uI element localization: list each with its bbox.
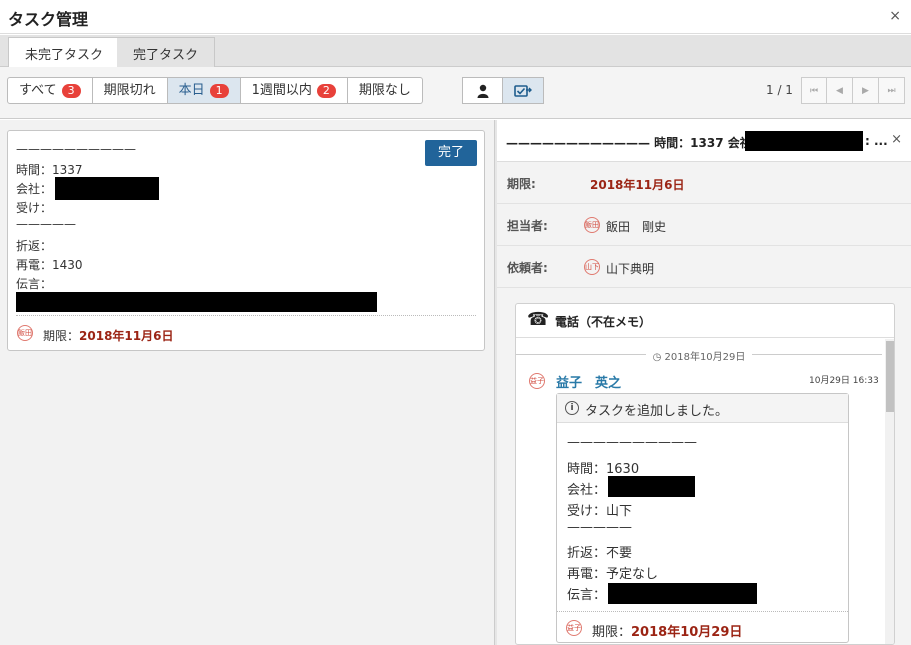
receiver-line: 受け：	[16, 201, 53, 215]
filter-today-button[interactable]: 本日 1	[167, 77, 241, 104]
due-date: 期限：2018年10月29日	[592, 621, 742, 640]
tab-incomplete-tasks[interactable]: 未完了タスク	[8, 37, 121, 68]
company-line: 会社：	[567, 483, 607, 498]
memo-header: ☎ 電話（不在メモ）	[516, 304, 894, 338]
task-assign-icon	[514, 84, 532, 97]
assignee-name: 飯田 剛史	[606, 220, 667, 234]
window-title: タスク管理	[8, 10, 89, 29]
date-separator-text: 2018年10月29日	[664, 352, 746, 363]
info-icon: i	[565, 401, 579, 415]
message-line: 伝言：	[567, 588, 607, 603]
detail-title-ellipsis: : ...	[865, 134, 888, 148]
due-value: 2018年11月6日	[590, 178, 685, 192]
assignee-label: 担当者:	[507, 219, 548, 233]
task-card[interactable]: —————————— 時間：1337 会社： 受け： ————— 折返： 再電：…	[7, 130, 485, 351]
receiver-line: 受け：山下	[567, 504, 633, 519]
filter-label: 1週間以内	[251, 83, 312, 98]
redacted-block	[55, 177, 159, 200]
separator: —————	[16, 217, 76, 231]
recall-line: 再電：1430	[16, 258, 83, 272]
memo-title: 電話（不在メモ）	[555, 315, 652, 329]
requester-name: 山下典明	[606, 262, 655, 276]
author-stamp-icon: 益子	[529, 373, 545, 389]
tab-completed-tasks[interactable]: 完了タスク	[117, 37, 216, 67]
clock-icon: ◷	[652, 352, 662, 363]
last-page-button[interactable]: ⏭	[879, 77, 905, 104]
scrollbar-thumb[interactable]	[886, 341, 894, 412]
window-close-button[interactable]: ×	[889, 8, 901, 24]
due-value: 2018年11月6日	[79, 329, 174, 343]
next-page-button[interactable]: ▶	[853, 77, 879, 104]
person-icon	[477, 84, 488, 98]
activity-text: タスクを追加しました。	[585, 404, 729, 419]
filter-group: すべて 3 期限切れ 本日 1 1週間以内 2 期限なし	[7, 77, 423, 104]
view-toggle-group	[462, 77, 544, 104]
callback-line: 折返：不要	[567, 546, 633, 561]
due-label: 期限：	[592, 625, 632, 640]
filter-all-button[interactable]: すべて 3	[7, 77, 93, 104]
time-line: 時間：1630	[567, 462, 640, 477]
name-stamp-icon: 飯田	[584, 217, 600, 233]
due-row: 期限: 2018年11月6日	[497, 162, 911, 204]
detail-header: ———————————— 時間：1337 会社 : ... ×	[497, 120, 911, 162]
tab-bar: 未完了タスク 完了タスク	[0, 35, 911, 68]
task-list-pane: —————————— 時間：1337 会社： 受け： ————— 折返： 再電：…	[0, 120, 494, 645]
filter-no-due-button[interactable]: 期限なし	[347, 77, 423, 104]
redacted-block	[745, 131, 863, 151]
first-page-button[interactable]: ⏮	[801, 77, 827, 104]
filter-label: すべて	[19, 83, 57, 98]
separator: ——————————	[16, 142, 136, 156]
redacted-block	[608, 476, 695, 497]
requester-label: 依頼者:	[507, 261, 548, 275]
memo-panel: ☎ 電話（不在メモ） ◷ 2018年10月29日 益子 益子 英之 10月29日…	[515, 303, 895, 645]
redacted-block	[16, 292, 377, 312]
name-stamp-icon: 益子	[566, 620, 582, 636]
message-line: 伝言：	[16, 277, 53, 291]
detail-title: ———————————— 時間：1337 会社	[506, 136, 752, 150]
toolbar: すべて 3 期限切れ 本日 1 1週間以内 2 期限なし 1 / 1 ⏮ ◀ ▶…	[0, 67, 911, 119]
separator: —————	[567, 520, 632, 535]
filter-label: 期限なし	[358, 83, 411, 98]
separator: ——————————	[567, 435, 697, 450]
card-divider	[16, 315, 476, 316]
filter-label: 本日	[178, 83, 205, 98]
my-tasks-button[interactable]	[462, 77, 503, 104]
due-value: 2018年10月29日	[631, 625, 743, 640]
count-badge: 2	[316, 83, 336, 98]
time-line: 時間：1337	[16, 163, 83, 177]
pager-text: 1 / 1	[766, 83, 793, 97]
name-stamp-icon: 飯田	[17, 325, 33, 341]
company-line: 会社：	[16, 182, 53, 196]
name-stamp-icon: 山下	[584, 259, 600, 275]
due-label: 期限：	[43, 329, 80, 343]
recall-line: 再電：予定なし	[567, 567, 659, 582]
assignee-row: 担当者: 飯田 飯田 剛史	[497, 204, 911, 246]
prev-page-button[interactable]: ◀	[827, 77, 853, 104]
complete-button[interactable]: 完了	[425, 140, 477, 166]
callback-line: 折返：	[16, 239, 53, 253]
filter-overdue-button[interactable]: 期限切れ	[92, 77, 168, 104]
activity-card: i タスクを追加しました。 —————————— 時間：1630 会社： 受け：…	[556, 393, 849, 643]
task-detail-pane: ———————————— 時間：1337 会社 : ... × 期限: 2018…	[497, 120, 911, 645]
memo-scrollbar[interactable]	[885, 339, 894, 644]
count-badge: 1	[209, 83, 229, 98]
pager-buttons: ⏮ ◀ ▶ ⏭	[801, 77, 905, 104]
count-badge: 3	[61, 83, 81, 98]
timestamp: 10月29日 16:33	[809, 376, 879, 386]
requester-row: 依頼者: 山下 山下典明	[497, 246, 911, 288]
filter-label: 期限切れ	[103, 83, 156, 98]
window-titlebar: タスク管理 ×	[0, 0, 911, 34]
author-name[interactable]: 益子 英之	[556, 372, 621, 391]
due-date: 期限：2018年11月6日	[43, 327, 173, 344]
assigned-tasks-button[interactable]	[503, 77, 544, 104]
due-label: 期限:	[507, 177, 536, 191]
redacted-block	[608, 583, 757, 604]
phone-icon: ☎	[527, 309, 550, 330]
filter-within-week-button[interactable]: 1週間以内 2	[240, 77, 348, 104]
card-divider	[557, 611, 848, 612]
detail-close-button[interactable]: ×	[891, 132, 902, 147]
activity-header: i タスクを追加しました。	[557, 394, 848, 423]
date-separator: ◷ 2018年10月29日	[516, 348, 882, 363]
